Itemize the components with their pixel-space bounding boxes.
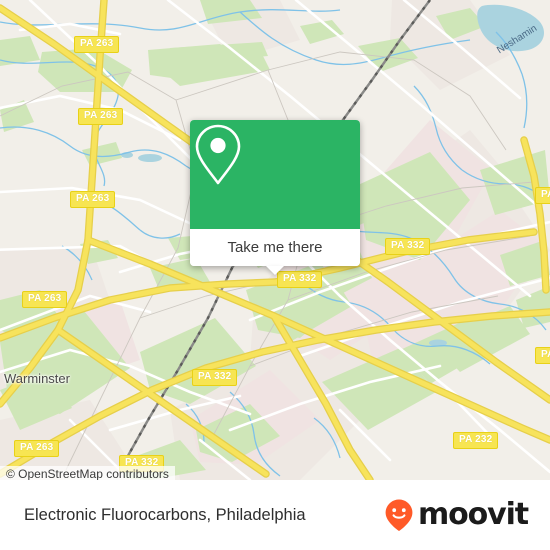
- route-shield-pa-263[interactable]: PA 263: [14, 440, 60, 457]
- map-canvas[interactable]: Warminster Neshamin PA 263 PA 263 PA 263…: [0, 0, 550, 480]
- route-shield-pa-332[interactable]: PA 332: [192, 369, 238, 386]
- moovit-logo[interactable]: moovit: [384, 497, 529, 532]
- map-attribution[interactable]: © OpenStreetMap contributors: [0, 466, 175, 480]
- route-shield-pa-263[interactable]: PA 263: [22, 291, 68, 308]
- page-title: Electronic Fluorocarbons, Philadelphia: [24, 505, 306, 524]
- location-popup-card[interactable]: Take me there: [190, 120, 360, 275]
- take-me-there-button[interactable]: Take me there: [190, 229, 360, 266]
- map-screenshot: Warminster Neshamin PA 263 PA 263 PA 263…: [0, 0, 550, 550]
- route-shield-pa-263[interactable]: PA 263: [70, 191, 116, 208]
- popup-pointer-tail: [266, 266, 284, 275]
- popup-marker-panel: [190, 120, 360, 229]
- footer-bar: Electronic Fluorocarbons, Philadelphia m…: [0, 480, 550, 550]
- route-shield-pa-partial[interactable]: PA: [535, 347, 550, 364]
- route-shield-pa-partial[interactable]: PA: [535, 187, 550, 204]
- route-shield-pa-232[interactable]: PA 232: [453, 432, 499, 449]
- route-shield-pa-263[interactable]: PA 263: [78, 108, 124, 125]
- map-pin-icon: [195, 124, 241, 185]
- route-shield-pa-332[interactable]: PA 332: [385, 238, 431, 255]
- moovit-smiley-pin-icon: [385, 499, 413, 531]
- place-label-warminster: Warminster: [4, 371, 70, 386]
- moovit-wordmark: moovit: [417, 497, 529, 532]
- route-shield-pa-263[interactable]: PA 263: [74, 36, 120, 53]
